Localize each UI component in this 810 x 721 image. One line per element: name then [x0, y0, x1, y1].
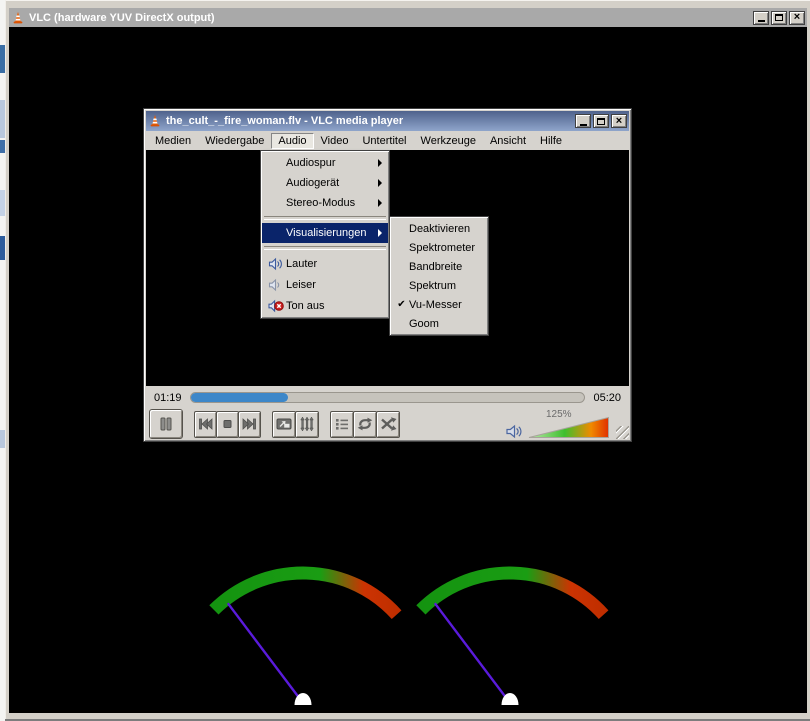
maximize-icon	[775, 14, 783, 21]
shuffle-icon	[380, 417, 397, 431]
outer-maximize-button[interactable]	[771, 11, 787, 25]
next-button[interactable]	[238, 411, 261, 438]
loop-icon	[356, 417, 374, 431]
vlc-cone-icon	[148, 114, 162, 128]
elapsed-time: 01:19	[154, 392, 182, 404]
menuitem-stereo-modus[interactable]: Stereo-Modus	[262, 193, 388, 213]
menuitem-vu-messer[interactable]: ✔ Vu-Messer	[391, 295, 487, 314]
menuitem-visualisierungen[interactable]: Visualisierungen	[262, 223, 388, 243]
submenu-arrow-icon	[378, 199, 382, 207]
pause-button[interactable]	[149, 409, 183, 439]
minimize-icon	[758, 20, 765, 22]
submenu-arrow-icon	[378, 179, 382, 187]
menu-bar: Medien Wiedergabe Audio Video Untertitel…	[146, 131, 629, 150]
speaker-icon	[505, 423, 523, 440]
check-icon: ✔	[394, 299, 409, 310]
vu-meter-right-needle	[435, 603, 510, 703]
outer-titlebar[interactable]: VLC (hardware YUV DirectX output) ×	[9, 8, 807, 27]
outer-window-title: VLC (hardware YUV DirectX output)	[29, 12, 215, 24]
menu-werkzeuge[interactable]: Werkzeuge	[414, 133, 483, 149]
outer-minimize-button[interactable]	[753, 11, 769, 25]
submenu-arrow-icon	[378, 229, 382, 237]
visualizations-submenu-popup: Deaktivieren Spektrometer Bandbreite Spe…	[389, 216, 489, 336]
volume-mute-icon	[268, 299, 284, 313]
menuitem-bandbreite[interactable]: Bandbreite	[391, 257, 487, 276]
outer-close-button[interactable]: ×	[789, 11, 805, 25]
minimize-icon	[580, 124, 587, 126]
total-time: 05:20	[593, 392, 621, 404]
menu-separator	[264, 216, 386, 220]
menu-untertitel[interactable]: Untertitel	[355, 133, 413, 149]
menu-audio[interactable]: Audio	[271, 133, 313, 149]
vu-meter-visualization	[180, 560, 640, 712]
menuitem-spektrometer[interactable]: Spektrometer	[391, 238, 487, 257]
control-bar: 01:19 05:20	[146, 386, 629, 441]
menu-hilfe[interactable]: Hilfe	[533, 133, 569, 149]
playlist-button[interactable]	[330, 411, 354, 438]
shuffle-button[interactable]	[376, 411, 400, 438]
menu-ansicht[interactable]: Ansicht	[483, 133, 533, 149]
volume-down-icon	[268, 278, 284, 292]
pause-icon	[158, 416, 174, 432]
player-titlebar[interactable]: the_cult_-_fire_woman.flv - VLC media pl…	[146, 111, 629, 131]
volume-cluster: 125%	[505, 409, 626, 440]
menuitem-audiogeraet[interactable]: Audiogerät	[262, 173, 388, 193]
equalizer-sliders-icon	[299, 416, 315, 432]
resize-grip[interactable]	[616, 426, 629, 439]
menuitem-spektrum[interactable]: Spektrum	[391, 276, 487, 295]
player-close-button[interactable]: ×	[611, 114, 627, 128]
fullscreen-icon	[276, 417, 292, 431]
loop-button[interactable]	[353, 411, 377, 438]
volume-triangle-icon	[528, 416, 610, 439]
volume-up-icon	[268, 257, 284, 271]
submenu-arrow-icon	[378, 159, 382, 167]
vu-meter-right-arc	[421, 573, 604, 615]
maximize-icon	[597, 118, 605, 125]
menuitem-deaktivieren[interactable]: Deaktivieren	[391, 219, 487, 238]
menuitem-lauter[interactable]: Lauter	[262, 253, 388, 274]
menu-separator	[264, 246, 386, 250]
player-minimize-button[interactable]	[575, 114, 591, 128]
playlist-icon	[334, 417, 350, 431]
fullscreen-button[interactable]	[272, 411, 296, 438]
stop-button[interactable]	[216, 411, 239, 438]
player-window-title: the_cult_-_fire_woman.flv - VLC media pl…	[166, 115, 403, 127]
vu-meter-left-arc	[214, 573, 397, 615]
audio-menu-popup: Audiospur Audiogerät Stereo-Modus Visual…	[260, 150, 390, 319]
skip-next-icon	[242, 417, 257, 431]
skip-previous-icon	[198, 417, 213, 431]
vu-meter-left-needle	[228, 603, 303, 703]
seek-bar[interactable]	[190, 392, 586, 403]
menu-medien[interactable]: Medien	[148, 133, 198, 149]
stop-icon	[220, 417, 235, 431]
menu-wiedergabe[interactable]: Wiedergabe	[198, 133, 271, 149]
extended-settings-button[interactable]	[295, 411, 319, 438]
vlc-cone-icon	[11, 11, 25, 25]
volume-slider[interactable]: 125%	[528, 409, 610, 440]
previous-button[interactable]	[194, 411, 217, 438]
menuitem-goom[interactable]: Goom	[391, 314, 487, 333]
menuitem-leiser[interactable]: Leiser	[262, 274, 388, 295]
seek-bar-fill	[191, 393, 289, 402]
player-maximize-button[interactable]	[593, 114, 609, 128]
menuitem-audiospur[interactable]: Audiospur	[262, 153, 388, 173]
menuitem-ton-aus[interactable]: Ton aus	[262, 295, 388, 316]
close-icon: ×	[794, 12, 800, 23]
close-icon: ×	[616, 116, 622, 127]
menu-video[interactable]: Video	[314, 133, 356, 149]
